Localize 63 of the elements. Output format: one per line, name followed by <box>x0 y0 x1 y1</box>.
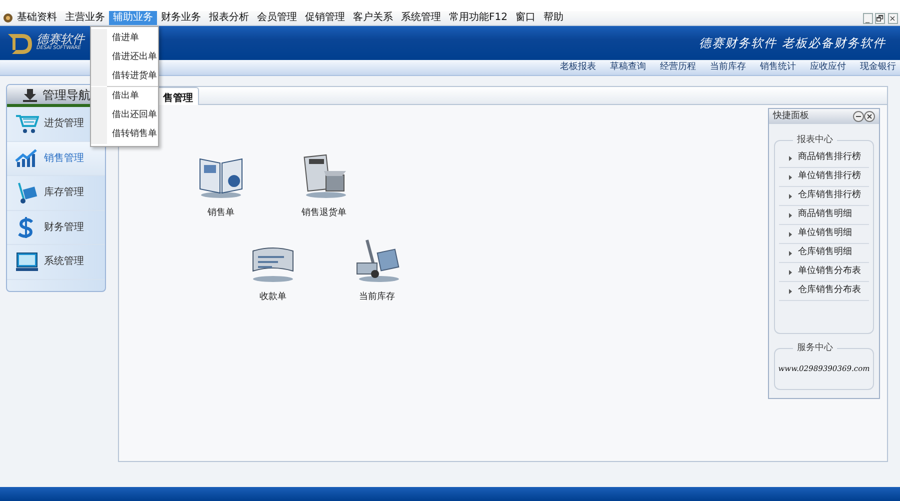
bullet-icon <box>789 288 792 294</box>
chart-icon <box>15 148 39 168</box>
collapse-icon <box>853 111 864 122</box>
bullet-icon <box>789 156 792 160</box>
bullet-icon <box>789 174 792 180</box>
menu-item[interactable]: 窗口 <box>511 11 540 25</box>
toolbar-link[interactable]: 经营历程 <box>660 60 696 74</box>
panel-title: 快捷面板 <box>773 110 809 123</box>
bullet-icon <box>789 212 792 218</box>
bullet-icon <box>789 270 792 274</box>
report-link[interactable]: 商品销售明细 <box>779 206 869 225</box>
shortcut-label[interactable]: 收款单 <box>260 291 286 304</box>
report-link[interactable]: 商品销售排行榜 <box>779 149 869 168</box>
download-icon <box>22 88 38 102</box>
toolbar-link[interactable]: 现金银行 <box>860 60 896 74</box>
dropdown-item[interactable]: 借出还回单 <box>91 106 158 125</box>
shortcut-label[interactable]: 当前库存 <box>359 291 395 304</box>
bullet-icon <box>789 232 792 236</box>
shortcut-label[interactable]: 销售单 <box>208 207 234 220</box>
restore-button[interactable]: 🗗 <box>875 12 885 24</box>
report-link[interactable]: 仓库销售分布表 <box>779 282 869 301</box>
logo-title: 德赛软件 <box>36 33 84 46</box>
menu-item[interactable]: 财务业务 <box>157 11 205 25</box>
menu-item[interactable]: 会员管理 <box>253 11 301 25</box>
trolley-icon <box>15 182 39 204</box>
toolbar-link[interactable]: 老板报表 <box>560 60 596 74</box>
bullet-icon <box>789 194 792 198</box>
monitor-icon <box>15 252 39 272</box>
report-link[interactable]: 单位销售分布表 <box>779 263 869 282</box>
navigation-item[interactable]: 销售管理 <box>7 142 105 176</box>
menu-item[interactable]: 系统管理 <box>397 11 445 25</box>
menu-item[interactable]: 帮助 <box>539 11 568 25</box>
dropdown-item[interactable]: 借进单 <box>91 29 158 48</box>
report-link[interactable]: 仓库销售明细 <box>779 244 869 263</box>
navigation-item[interactable]: 库存管理 <box>7 176 105 210</box>
menu-item[interactable]: 主营业务 <box>61 11 109 25</box>
menu-item[interactable]: 报表分析 <box>205 11 253 25</box>
app-icon <box>3 13 13 23</box>
toolbar-link[interactable]: 当前库存 <box>710 60 746 74</box>
menu-item[interactable]: 促销管理 <box>301 11 349 25</box>
slogan: 德赛财务软件 老板必备财务软件 <box>699 35 886 52</box>
report-link[interactable]: 单位销售明细 <box>779 225 869 244</box>
toolbar-link[interactable]: 应收应付 <box>810 60 846 74</box>
minimize-button[interactable]: _ <box>862 12 872 24</box>
report-link[interactable]: 仓库销售排行榜 <box>779 187 869 206</box>
dropdown-item[interactable]: 借转进货单 <box>91 67 158 86</box>
menu-item[interactable]: 基础资料 <box>13 11 61 25</box>
shortcut-label[interactable]: 销售退货单 <box>302 207 346 220</box>
dropdown-item[interactable]: 借进还出单 <box>91 48 158 67</box>
cart-icon <box>15 114 39 134</box>
navigation-item[interactable]: 财务管理 <box>7 210 105 245</box>
menu-item[interactable]: 常用功能F12 <box>445 11 512 25</box>
toolbar-link[interactable]: 草稿查询 <box>610 60 646 74</box>
dropdown-item[interactable]: 借转销售单 <box>91 125 158 144</box>
bullet-icon <box>789 250 792 256</box>
navigation-item[interactable]: 系统管理 <box>7 245 105 280</box>
dropdown-item[interactable]: 借出单 <box>91 87 158 106</box>
navigation-title: 管理导航 <box>42 86 90 104</box>
close-button[interactable]: × <box>888 12 898 24</box>
close-icon <box>864 111 875 122</box>
report-link[interactable]: 单位销售排行榜 <box>779 168 869 187</box>
toolbar-link[interactable]: 销售统计 <box>760 60 796 74</box>
menu-item[interactable]: 客户关系 <box>349 11 397 25</box>
